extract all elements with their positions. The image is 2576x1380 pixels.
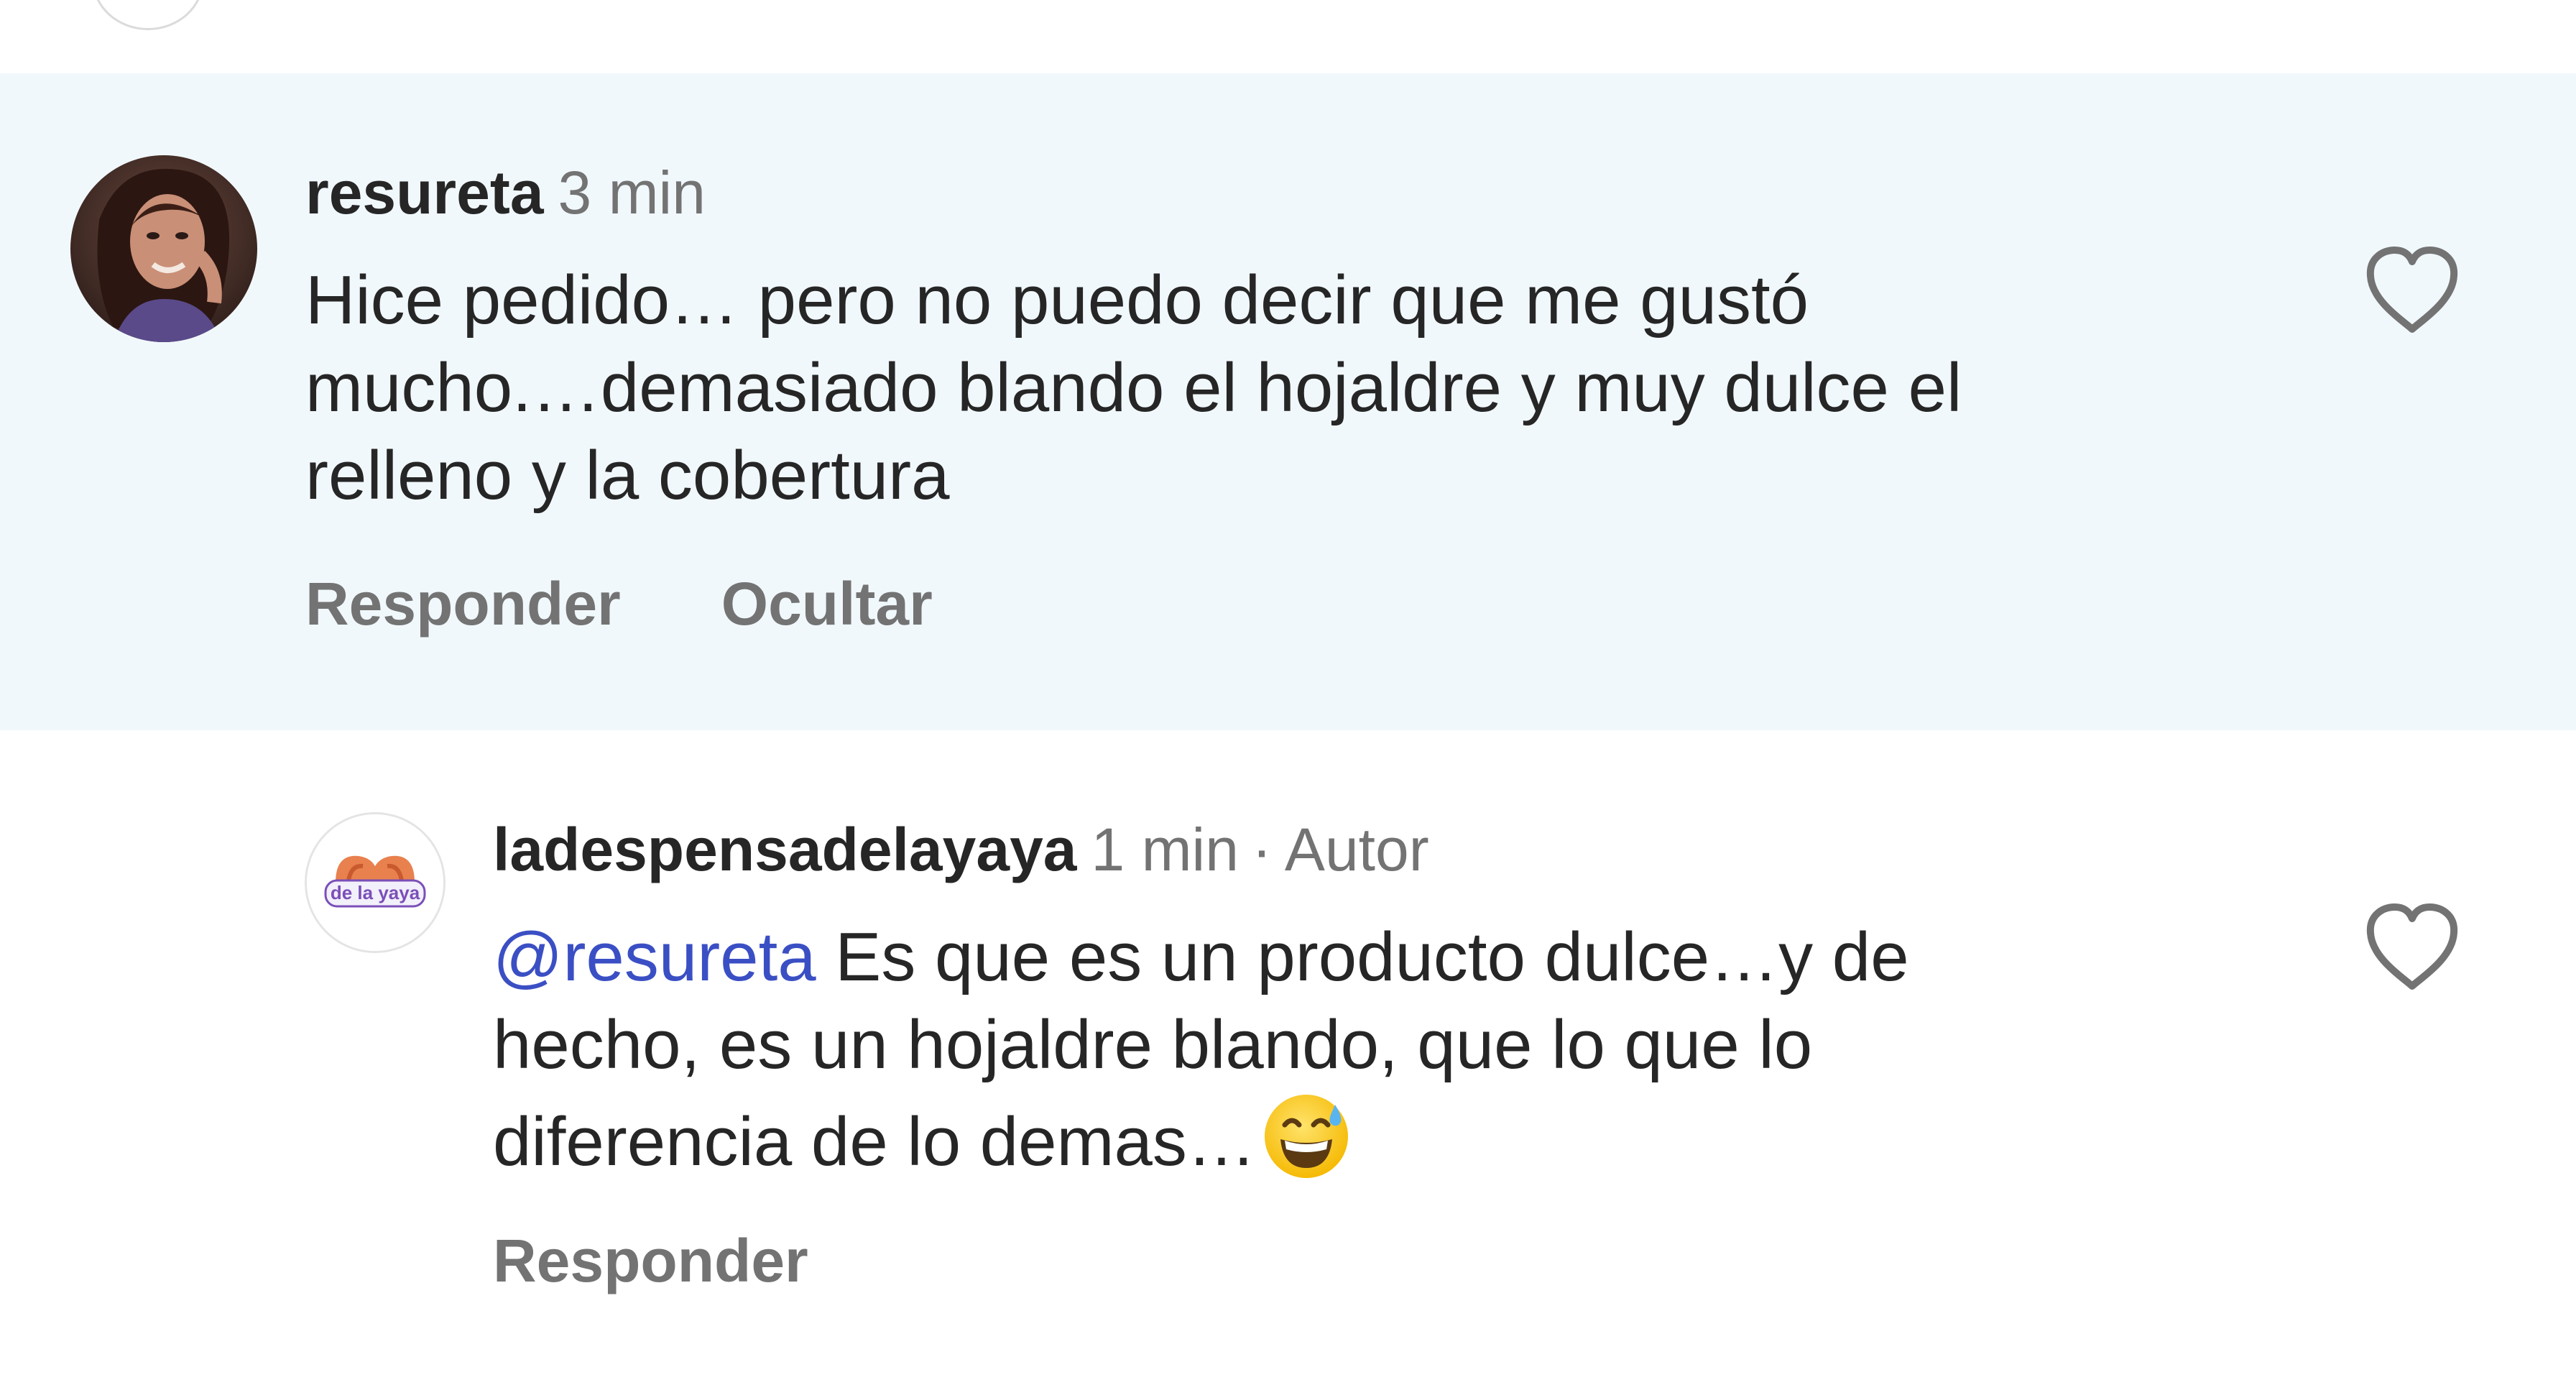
username[interactable]: ladespensadelayaya <box>493 816 1077 883</box>
comment-header: ladespensadelayaya 1 min · Autor <box>493 814 1429 886</box>
mention-link[interactable]: @resureta <box>493 919 816 995</box>
separator-dot: · <box>1251 816 1272 883</box>
avatar[interactable]: de la yaya <box>305 812 446 953</box>
comment-text: @resureta Es que es un producto dulce…y … <box>493 914 2361 1186</box>
comment-actions: Responder <box>493 1225 808 1297</box>
heart-outline-icon[interactable] <box>2362 901 2462 995</box>
username[interactable]: resureta <box>305 159 544 226</box>
comment-resureta: resureta 3 min Hice pedido… pero no puedo… <box>0 0 2576 730</box>
timestamp: 3 min <box>558 159 706 226</box>
comments-screen: resureta 3 min Hice pedido… pero no puedo… <box>0 0 2576 1380</box>
comment-header: resureta 3 min <box>305 157 706 229</box>
comment-text-line: relleno y la cobertura <box>305 437 950 514</box>
hide-button[interactable]: Ocultar <box>721 568 933 640</box>
comment-text-line: @resureta Es que es un producto dulce…y … <box>493 914 2361 1001</box>
timestamp: 1 min <box>1091 816 1239 883</box>
comment-actions: Responder Ocultar <box>305 568 933 640</box>
comment-ladespensadelayaya: de la yaya ladespensadelayaya 1 min · Autor… <box>0 730 2576 1380</box>
reply-button[interactable]: Responder <box>305 568 621 640</box>
author-badge: Autor <box>1284 816 1429 883</box>
comment-text-line: diferencia de lo demas… <box>493 1089 2361 1186</box>
comment-text-segment: diferencia de lo demas… <box>493 1103 1256 1180</box>
comment-text-line: hecho, es un hojaldre blando, que lo que… <box>493 1006 1813 1083</box>
reply-button[interactable]: Responder <box>493 1225 808 1297</box>
comment-text: Hice pedido… pero no puedo decir que me … <box>305 257 2317 520</box>
logo-text: de la yaya <box>331 882 420 903</box>
heart-outline-icon[interactable] <box>2362 244 2462 338</box>
comment-text-segment: Es que es un producto dulce…y de <box>816 919 1909 995</box>
avatar[interactable] <box>70 155 257 342</box>
user-photo-avatar <box>70 155 257 342</box>
grinning-face-with-sweat-emoji <box>1264 1095 1348 1178</box>
de-la-yaya-logo-avatar: de la yaya <box>307 814 443 951</box>
comment-text-line: mucho.…demasiado blando el hojaldre y mu… <box>305 349 1962 426</box>
comment-text-line: Hice pedido… pero no puedo decir que me … <box>305 262 1809 339</box>
